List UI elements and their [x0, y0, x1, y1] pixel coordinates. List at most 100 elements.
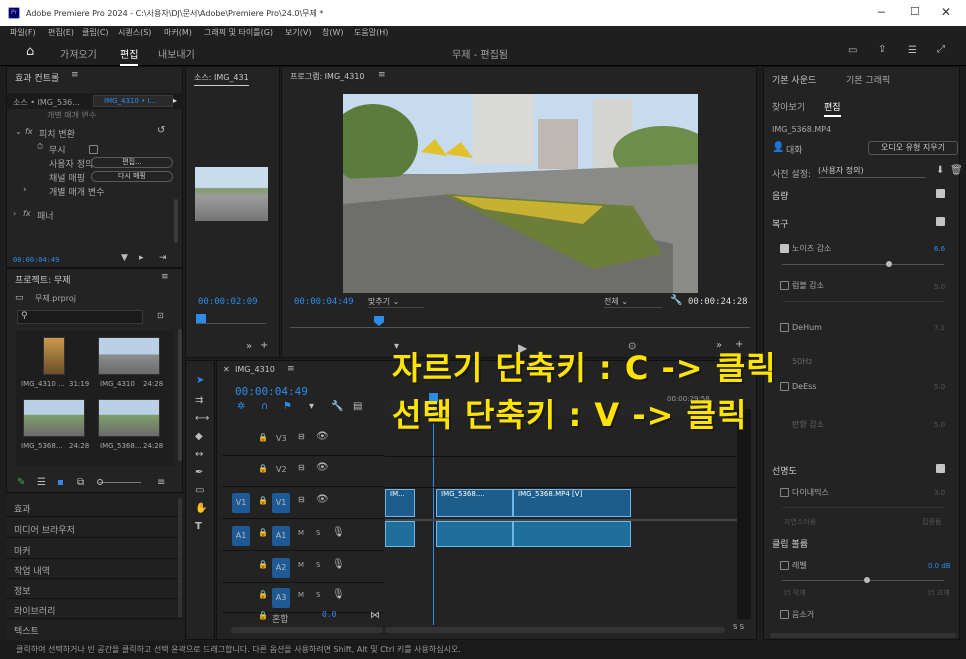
project-thumb-1[interactable] [43, 337, 65, 375]
mute-button[interactable]: M [298, 561, 304, 569]
snap-icon[interactable]: ✲ [237, 401, 245, 412]
menu-view[interactable]: 보기(V) [285, 27, 311, 38]
play-audio-icon[interactable]: ▸ [139, 253, 144, 263]
repair-section[interactable]: 복구 [772, 217, 789, 230]
expand-params-icon[interactable]: › [23, 185, 27, 195]
eye-icon[interactable]: 👁 [316, 462, 329, 473]
play-only-icon[interactable]: ▸ [173, 96, 177, 105]
level-slider-knob[interactable] [864, 577, 870, 583]
video-clip-3[interactable]: IMG_5368.MP4 [V] [513, 489, 631, 517]
captions-icon[interactable]: ▤ [353, 401, 362, 412]
pen-tool-icon[interactable]: ✒ [195, 467, 203, 478]
remap-button[interactable]: 다시 매핑 [91, 171, 173, 182]
workspace-panel-icon[interactable]: ▭ [848, 45, 857, 56]
menu-graphics[interactable]: 그래픽 및 타이틀(G) [204, 27, 273, 38]
project-search-input[interactable]: ⚲ [17, 310, 143, 324]
program-timecode[interactable]: 00:00:04:49 [294, 297, 354, 307]
menu-file[interactable]: 파일(F) [10, 27, 36, 38]
sync-icon[interactable]: ⊟ [298, 432, 305, 441]
level-value[interactable]: 0.0 dB [928, 562, 951, 570]
hand-tool-icon[interactable]: ✋ [195, 503, 207, 514]
audio-clip-3[interactable] [513, 521, 631, 547]
source-selector[interactable]: 소스 • IMG_536... [13, 97, 80, 108]
effect-scrollbar[interactable] [174, 199, 178, 243]
menu-clip[interactable]: 클립(C) [82, 27, 109, 38]
clip-selector[interactable]: IMG_4310 • I... [93, 95, 173, 107]
dehum-checkbox[interactable] [780, 323, 789, 332]
maximize-button[interactable]: ☐ [910, 5, 920, 18]
mix-jump-icon[interactable]: ⋈ [370, 610, 380, 621]
export-icon[interactable]: ⇥ [159, 253, 167, 263]
freeform-view-icon[interactable]: ⧉ [77, 477, 84, 488]
audio-clip-1[interactable] [385, 521, 415, 547]
eye-icon[interactable]: 👁 [316, 431, 329, 442]
video-clip-2[interactable]: IMG_5368.... [436, 489, 513, 517]
level-checkbox[interactable] [780, 561, 789, 570]
panel-item-media-browser[interactable]: 미디어 브라우저 [14, 523, 75, 536]
stopwatch-icon[interactable]: ⏱ [37, 142, 43, 152]
mic-icon[interactable]: 🎙 [332, 589, 345, 600]
noise-slider[interactable] [782, 264, 944, 265]
program-playhead[interactable] [374, 316, 384, 326]
program-video-frame[interactable] [343, 94, 698, 293]
selection-tool-icon[interactable]: ➤ [196, 375, 204, 386]
lock-icon[interactable]: 🔒 [258, 590, 268, 599]
wrench-icon[interactable]: 🔧 [670, 295, 682, 306]
timeline-h-scrollbar[interactable] [385, 627, 725, 633]
solo-button[interactable]: S [316, 529, 320, 537]
source-patch-v1[interactable]: V1 [232, 493, 250, 513]
bypass-checkbox[interactable] [89, 145, 98, 154]
edit-button[interactable]: 편집... [91, 157, 173, 168]
quality-dropdown[interactable]: 전체 ⌄ [604, 296, 662, 308]
mute-button[interactable]: M [298, 591, 304, 599]
project-menu-icon[interactable]: ≡ [161, 272, 169, 282]
source-patch-a1[interactable]: A1 [232, 526, 250, 546]
panel-item-info[interactable]: 정보 [14, 584, 31, 597]
panner-chevron-icon[interactable]: › [13, 209, 16, 218]
panel-item-libraries[interactable]: 라이브러리 [14, 604, 55, 617]
timeline-tab[interactable]: IMG_4310 [235, 365, 275, 374]
source-tab[interactable]: 소스: IMG_431 [194, 72, 249, 86]
loudness-section[interactable]: 음량 [772, 189, 789, 202]
effect-timecode[interactable]: 00:00:04:49 [13, 256, 59, 264]
list-scrollbar[interactable] [178, 498, 182, 618]
home-icon[interactable]: ⌂ [26, 44, 34, 59]
source-button-editor-icon[interactable]: » [246, 341, 252, 352]
track-select-icon[interactable]: ⇉ [195, 395, 203, 406]
source-scrub-bar[interactable] [196, 323, 266, 324]
reset-icon[interactable]: ↺ [157, 125, 165, 136]
track-target-a3[interactable]: A3 [272, 588, 290, 608]
list-view-icon[interactable]: ☰ [37, 477, 46, 488]
menu-marker[interactable]: 마커(M) [164, 27, 192, 38]
mix-value[interactable]: 0.0 [322, 610, 336, 619]
rectangle-tool-icon[interactable]: ▭ [195, 485, 204, 496]
program-menu-icon[interactable]: ≡ [378, 70, 386, 80]
add-marker-icon[interactable]: ▾ [309, 401, 314, 412]
track-target-v1[interactable]: V1 [272, 493, 290, 513]
razor-tool-icon[interactable]: ◆ [195, 431, 203, 442]
magnet-icon[interactable]: ∩ [261, 401, 268, 412]
mic-icon[interactable]: 🎙 [332, 527, 345, 538]
project-thumb-4[interactable] [98, 399, 160, 437]
track-target-a1[interactable]: A1 [272, 526, 290, 546]
zoom-slider[interactable] [99, 482, 141, 483]
close-button[interactable]: ✕ [941, 5, 951, 19]
solo-button[interactable]: S [316, 591, 320, 599]
panel-item-effects[interactable]: 효과 [14, 502, 31, 515]
repair-checkbox[interactable] [936, 217, 945, 226]
mute-checkbox[interactable] [780, 610, 789, 619]
new-bin-search-icon[interactable]: ⊡ [157, 311, 164, 320]
timeline-menu-icon[interactable]: ≡ [287, 364, 295, 374]
timeline-close-icon[interactable]: ✕ [223, 365, 230, 374]
expand-chevron-icon[interactable]: ⌄ [15, 127, 22, 136]
slip-tool-icon[interactable]: ↔ [195, 449, 203, 460]
lock-icon[interactable]: 🔒 [258, 433, 268, 442]
level-slider[interactable] [782, 580, 944, 581]
sort-icon[interactable]: ≡ [157, 477, 165, 488]
tab-export[interactable]: 내보내기 [158, 46, 195, 61]
zoom-knob[interactable] [97, 479, 103, 485]
noise-value[interactable]: 6.6 [934, 245, 945, 253]
fit-dropdown[interactable]: 맞추기 ⌄ [368, 296, 424, 308]
sync-icon[interactable]: ⊟ [298, 495, 305, 504]
panel-menu-icon[interactable]: ≡ [71, 70, 79, 80]
